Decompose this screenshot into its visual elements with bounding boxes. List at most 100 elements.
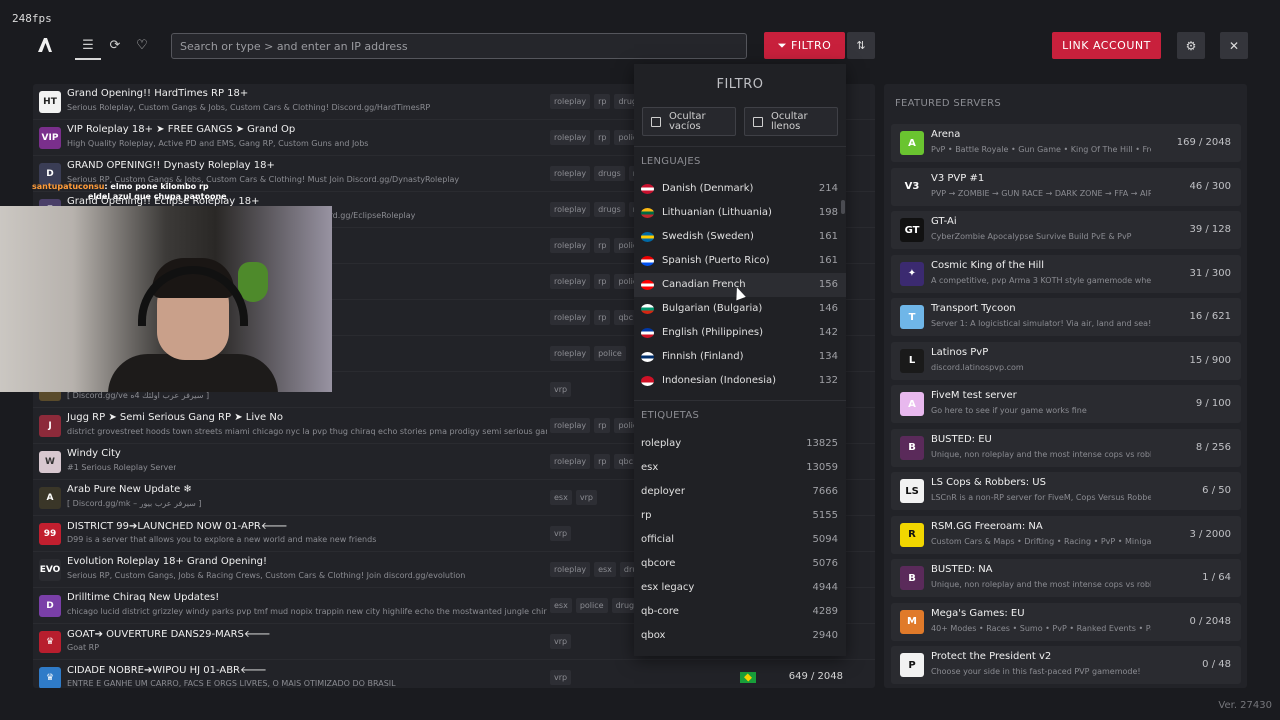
server-tag[interactable]: rp <box>594 130 611 145</box>
featured-server-icon: V3 <box>900 174 924 199</box>
language-option[interactable]: Spanish (Puerto Rico) 161 <box>634 249 846 273</box>
tag-option[interactable]: esx legacy 4944 <box>634 576 846 600</box>
tag-name: roleplay <box>641 438 682 449</box>
language-option[interactable]: Finnish (Finland) 134 <box>634 345 846 369</box>
sort-button[interactable]: ⇅ <box>847 32 875 59</box>
featured-server-card[interactable]: L Latinos PvP discord.latinospvp.com 15 / 9… <box>891 341 1241 380</box>
server-tag[interactable]: esx <box>550 598 572 613</box>
server-tags: roleplay esx dru <box>550 562 642 577</box>
tag-count: 5076 <box>812 558 838 569</box>
server-tags: esx police drug <box>550 598 639 613</box>
language-option[interactable]: Lithuanian (Lithuania) 198 <box>634 201 846 225</box>
history-icon[interactable]: ⟳ <box>102 32 128 58</box>
language-option[interactable]: English (Philippines) 142 <box>634 321 846 345</box>
server-tag[interactable]: vrp <box>550 634 572 649</box>
server-tag[interactable]: vrp <box>575 490 597 505</box>
server-tag[interactable]: rp <box>594 94 611 109</box>
tag-option[interactable]: deployer 7666 <box>634 480 846 504</box>
server-tag[interactable]: roleplay <box>550 130 591 145</box>
server-tag[interactable]: roleplay <box>550 238 591 253</box>
server-tag[interactable]: roleplay <box>550 562 591 577</box>
server-tag[interactable]: roleplay <box>550 310 591 325</box>
hide-empty-checkbox[interactable]: Ocultar vacíos <box>642 107 736 136</box>
featured-server-card[interactable]: M Mega's Games: EU 40+ Modes • Races • Sum… <box>891 602 1241 641</box>
featured-server-card[interactable]: A Arena PvP • Battle Royale • Gun Game • K… <box>891 124 1241 162</box>
server-tag[interactable]: roleplay <box>550 454 591 469</box>
featured-server-card[interactable]: P Protect the President v2 Choose your sid… <box>891 646 1241 684</box>
server-row[interactable]: ♛ CIDADE NOBRE➔WIPOU HJ 01-ABR🡐 ENTRE E GA… <box>33 660 875 688</box>
flag-icon <box>641 304 654 314</box>
close-button[interactable]: ✕ <box>1220 32 1248 59</box>
server-tag[interactable]: rp <box>594 274 611 289</box>
tag-option[interactable]: official 5094 <box>634 528 846 552</box>
hide-full-checkbox[interactable]: Ocultar llenos <box>744 107 838 136</box>
server-tag[interactable]: drugs <box>594 202 625 217</box>
language-name: Swedish (Sweden) <box>662 231 754 242</box>
featured-server-card[interactable]: LS LS Cops & Robbers: US LSCnR is a non-RP… <box>891 472 1241 510</box>
server-icon: D <box>39 595 61 617</box>
chat-overlay: santupatuconsu: elmo pone kilombo rp eld… <box>32 182 227 202</box>
server-tags: vrp <box>550 526 572 541</box>
featured-server-name: Arena <box>931 129 961 140</box>
featured-server-player-count: 46 / 300 <box>1189 180 1231 192</box>
language-option[interactable]: Swedish (Sweden) 161 <box>634 225 846 249</box>
server-tag[interactable]: roleplay <box>550 274 591 289</box>
search-input[interactable]: Search or type > and enter an IP address <box>171 33 747 59</box>
server-tag[interactable]: esx <box>594 562 616 577</box>
featured-server-card[interactable]: B BUSTED: EU Unique, non roleplay and the … <box>891 428 1241 467</box>
server-tag[interactable]: vrp <box>550 670 572 685</box>
tag-option[interactable]: esx 13059 <box>634 456 846 480</box>
language-option[interactable]: Bulgarian (Bulgaria) 146 <box>634 297 846 321</box>
server-tag[interactable]: roleplay <box>550 166 591 181</box>
featured-server-card[interactable]: R RSM.GG Freeroam: NA Custom Cars & Maps •… <box>891 515 1241 554</box>
tag-option[interactable]: qbox 2940 <box>634 624 846 648</box>
featured-server-card[interactable]: A FiveM test server Go here to see if your… <box>891 385 1241 423</box>
fivem-logo-icon[interactable] <box>36 36 54 54</box>
tag-option[interactable]: roleplay 13825 <box>634 432 846 456</box>
server-tag[interactable]: police <box>594 346 626 361</box>
language-option[interactable]: Danish (Denmark) 214 <box>634 177 846 201</box>
top-bar: ☰ ⟳ ♡ Search or type > and enter an IP a… <box>0 30 1280 62</box>
server-tag[interactable]: roleplay <box>550 202 591 217</box>
checkbox-box <box>753 117 763 127</box>
featured-server-icon: L <box>900 348 924 373</box>
tag-option[interactable]: qbcore 5076 <box>634 552 846 576</box>
language-name: English (Philippines) <box>662 327 763 338</box>
language-option[interactable]: Indonesian (Indonesia) 132 <box>634 369 846 393</box>
link-account-button[interactable]: LINK ACCOUNT <box>1052 32 1161 59</box>
server-tag[interactable]: roleplay <box>550 346 591 361</box>
server-tag[interactable]: roleplay <box>550 418 591 433</box>
server-tag[interactable]: rp <box>594 454 611 469</box>
tag-count: 13059 <box>806 462 838 473</box>
featured-server-card[interactable]: V3 V3 PVP #1 PVP → ZOMBIE → GUN RACE → DAR… <box>891 167 1241 206</box>
featured-server-card[interactable]: T Transport Tycoon Server 1: A logicistica… <box>891 298 1241 336</box>
featured-server-card[interactable]: B BUSTED: NA Unique, non roleplay and the … <box>891 559 1241 597</box>
server-tag[interactable]: rp <box>594 238 611 253</box>
server-tag[interactable]: roleplay <box>550 94 591 109</box>
server-tag[interactable]: vrp <box>550 382 572 397</box>
featured-server-description: CyberZombie Apocalypse Survive Build PvE… <box>931 232 1132 241</box>
server-tag[interactable]: police <box>575 598 608 613</box>
server-tag[interactable]: rp <box>594 418 611 433</box>
heart-icon[interactable]: ♡ <box>129 32 155 58</box>
featured-server-player-count: 16 / 621 <box>1189 311 1231 322</box>
hide-full-label: Ocultar llenos <box>771 111 808 132</box>
featured-server-card[interactable]: GT GT-Ai CyberZombie Apocalypse Survive Bu… <box>891 211 1241 249</box>
hide-empty-label: Ocultar vacíos <box>669 111 706 132</box>
featured-server-card[interactable]: ✦ Cosmic King of the Hill A competitive, p… <box>891 254 1241 293</box>
featured-server-player-count: 169 / 2048 <box>1176 137 1231 148</box>
server-icon: ♛ <box>39 667 61 688</box>
menu-icon[interactable]: ☰ <box>75 32 101 60</box>
tag-option[interactable]: rp 5155 <box>634 504 846 528</box>
server-name: VIP Roleplay 18+ ➤ FREE GANGS ➤ Grand Op <box>67 124 296 135</box>
server-tag[interactable]: drugs <box>594 166 625 181</box>
tag-option[interactable]: qb-core 4289 <box>634 600 846 624</box>
server-tag[interactable]: rp <box>594 310 611 325</box>
featured-server-player-count: 0 / 48 <box>1202 659 1231 670</box>
filter-button[interactable]: ⏷ FILTRO <box>764 32 845 59</box>
server-tag[interactable]: vrp <box>550 526 572 541</box>
filter-title: FILTRO <box>716 77 764 92</box>
server-tag[interactable]: esx <box>550 490 572 505</box>
settings-button[interactable]: ⚙ <box>1177 32 1205 59</box>
featured-server-name: Transport Tycoon <box>931 303 1016 314</box>
